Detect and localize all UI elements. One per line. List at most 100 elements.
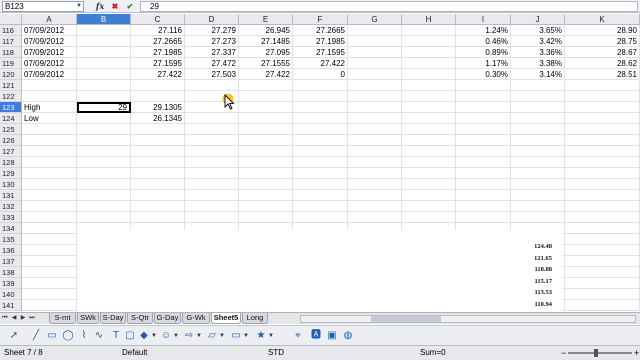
- cell-b121[interactable]: [77, 80, 131, 91]
- cell-b126[interactable]: [77, 135, 131, 146]
- cell-a139[interactable]: [22, 278, 77, 289]
- cell-e126[interactable]: [239, 135, 293, 146]
- page-style[interactable]: Default: [122, 346, 147, 360]
- cell-c132[interactable]: [131, 201, 185, 212]
- cell-f129[interactable]: [293, 168, 348, 179]
- cell-j131[interactable]: [511, 190, 565, 201]
- cell-k120[interactable]: 28.51: [565, 69, 640, 80]
- cell-h118[interactable]: [402, 47, 456, 58]
- cell-g118[interactable]: [348, 47, 402, 58]
- cell-k138[interactable]: [565, 267, 640, 278]
- cell-d128[interactable]: [185, 157, 239, 168]
- cell-j130[interactable]: [511, 179, 565, 190]
- cell-c125[interactable]: [131, 124, 185, 135]
- sheet-tab-sheet5[interactable]: Sheet5: [211, 313, 241, 324]
- cell-e121[interactable]: [239, 80, 293, 91]
- cell-k127[interactable]: [565, 146, 640, 157]
- row-header-136[interactable]: 136: [0, 245, 22, 256]
- cell-j124[interactable]: [511, 113, 565, 124]
- cell-k132[interactable]: [565, 201, 640, 212]
- column-header-j[interactable]: J: [511, 14, 565, 25]
- row-header-117[interactable]: 117: [0, 36, 22, 47]
- chevron-down-icon[interactable]: ▼: [268, 330, 274, 342]
- cell-k128[interactable]: [565, 157, 640, 168]
- cell-c130[interactable]: [131, 179, 185, 190]
- row-header-135[interactable]: 135: [0, 234, 22, 245]
- cancel-icon[interactable]: ✖: [109, 1, 121, 12]
- row-header-141[interactable]: 141: [0, 300, 22, 311]
- cell-h119[interactable]: [402, 58, 456, 69]
- cell-e129[interactable]: [239, 168, 293, 179]
- cell-g128[interactable]: [348, 157, 402, 168]
- row-header-123[interactable]: 123: [0, 102, 22, 113]
- cell-k135[interactable]: [565, 234, 640, 245]
- cell-f123[interactable]: [293, 102, 348, 113]
- cell-a134[interactable]: [22, 223, 77, 234]
- cell-i126[interactable]: [456, 135, 511, 146]
- row-header-132[interactable]: 132: [0, 201, 22, 212]
- cell-k122[interactable]: [565, 91, 640, 102]
- basic-shapes-icon[interactable]: ◆: [138, 330, 150, 342]
- cell-c123[interactable]: 29.1305: [131, 102, 185, 113]
- cell-b116[interactable]: [77, 25, 131, 36]
- cell-e133[interactable]: [239, 212, 293, 223]
- cell-i122[interactable]: [456, 91, 511, 102]
- cell-g125[interactable]: [348, 124, 402, 135]
- cell-b120[interactable]: [77, 69, 131, 80]
- cell-h122[interactable]: [402, 91, 456, 102]
- chevron-down-icon[interactable]: ▼: [76, 2, 82, 11]
- cell-c122[interactable]: [131, 91, 185, 102]
- cell-d120[interactable]: 27.503: [185, 69, 239, 80]
- cell-h127[interactable]: [402, 146, 456, 157]
- cell-d132[interactable]: [185, 201, 239, 212]
- cell-f122[interactable]: [293, 91, 348, 102]
- row-header-139[interactable]: 139: [0, 278, 22, 289]
- line-icon[interactable]: ╱: [30, 330, 42, 342]
- cell-f126[interactable]: [293, 135, 348, 146]
- cell-f118[interactable]: 27.1595: [293, 47, 348, 58]
- cell-a128[interactable]: [22, 157, 77, 168]
- cell-b119[interactable]: [77, 58, 131, 69]
- cell-i132[interactable]: [456, 201, 511, 212]
- cell-i121[interactable]: [456, 80, 511, 91]
- chevron-down-icon[interactable]: ▼: [151, 330, 157, 342]
- cell-b118[interactable]: [77, 47, 131, 58]
- cell-d116[interactable]: 27.279: [185, 25, 239, 36]
- cell-e132[interactable]: [239, 201, 293, 212]
- cell-g120[interactable]: [348, 69, 402, 80]
- cell-g116[interactable]: [348, 25, 402, 36]
- cell-k139[interactable]: [565, 278, 640, 289]
- cell-f117[interactable]: 27.1985: [293, 36, 348, 47]
- cell-b125[interactable]: [77, 124, 131, 135]
- select-arrow-icon[interactable]: ➚: [8, 330, 20, 342]
- sheet-tab-s-mt[interactable]: S-mt: [49, 313, 76, 324]
- row-header-129[interactable]: 129: [0, 168, 22, 179]
- cell-b132[interactable]: [77, 201, 131, 212]
- chevron-down-icon[interactable]: ▼: [173, 330, 179, 342]
- cell-j132[interactable]: [511, 201, 565, 212]
- cell-g126[interactable]: [348, 135, 402, 146]
- cell-b131[interactable]: [77, 190, 131, 201]
- chevron-down-icon[interactable]: ▼: [219, 330, 225, 342]
- cell-g124[interactable]: [348, 113, 402, 124]
- block-arrows-icon[interactable]: ⇨: [183, 330, 195, 342]
- text-icon[interactable]: T: [110, 330, 122, 342]
- cell-a122[interactable]: [22, 91, 77, 102]
- cell-j117[interactable]: 3.42%: [511, 36, 565, 47]
- cell-h132[interactable]: [402, 201, 456, 212]
- cell-c118[interactable]: 27.1985: [131, 47, 185, 58]
- cell-c120[interactable]: 27.422: [131, 69, 185, 80]
- cell-i117[interactable]: 0.46%: [456, 36, 511, 47]
- cell-e118[interactable]: 27.095: [239, 47, 293, 58]
- cell-i129[interactable]: [456, 168, 511, 179]
- cell-d121[interactable]: [185, 80, 239, 91]
- cell-b127[interactable]: [77, 146, 131, 157]
- prev-sheet-icon[interactable]: ◀: [10, 314, 18, 323]
- cell-g132[interactable]: [348, 201, 402, 212]
- cell-e128[interactable]: [239, 157, 293, 168]
- from-file-icon[interactable]: ▣: [326, 330, 338, 342]
- cell-f127[interactable]: [293, 146, 348, 157]
- row-header-137[interactable]: 137: [0, 256, 22, 267]
- zoom-slider-thumb[interactable]: [594, 349, 598, 357]
- row-header-118[interactable]: 118: [0, 47, 22, 58]
